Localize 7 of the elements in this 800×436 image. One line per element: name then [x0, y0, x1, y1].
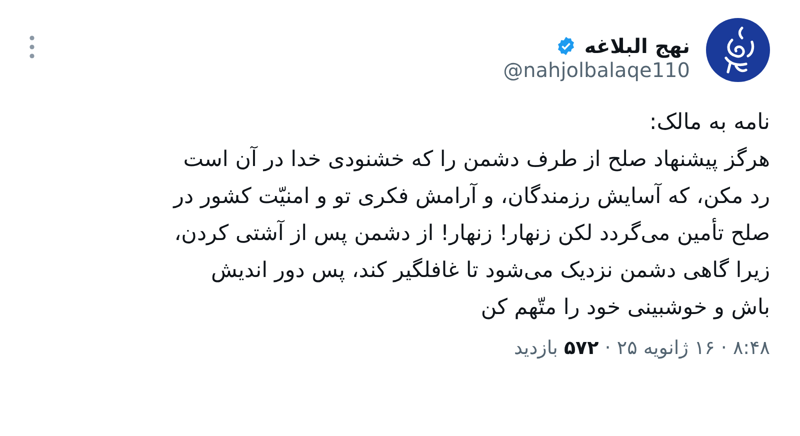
post-meta: ۸:۴۸ · ۱۶ ژانویه ۲۵ · ۵۷۲ بازدید	[512, 336, 770, 361]
post-title: نامه به مالک:	[648, 109, 770, 137]
post-text: هرگز پیشنهاد صلح از طرف دشمن را که خشنودی خدا در آن است رد مکن، که آسایش رزمندگان، و آرامش فکری تو و امنیّت کشور در صلح تأمین می‌گردد لکن زنهار! زنهار! از دشمن پس از آشتی کردن، زیرا گاهی دشمن نزدیک می‌شود تا غافلگیر کند، پس دور اندیش باش و خوشبینی خود را متّهم کن	[172, 145, 770, 322]
avatar-icon[interactable]	[706, 18, 770, 82]
author-handle[interactable]: @nahjolbalaqe110	[503, 58, 690, 82]
author-name[interactable]: نهج البلاغه	[584, 34, 690, 58]
more-options-icon[interactable]	[28, 34, 36, 60]
